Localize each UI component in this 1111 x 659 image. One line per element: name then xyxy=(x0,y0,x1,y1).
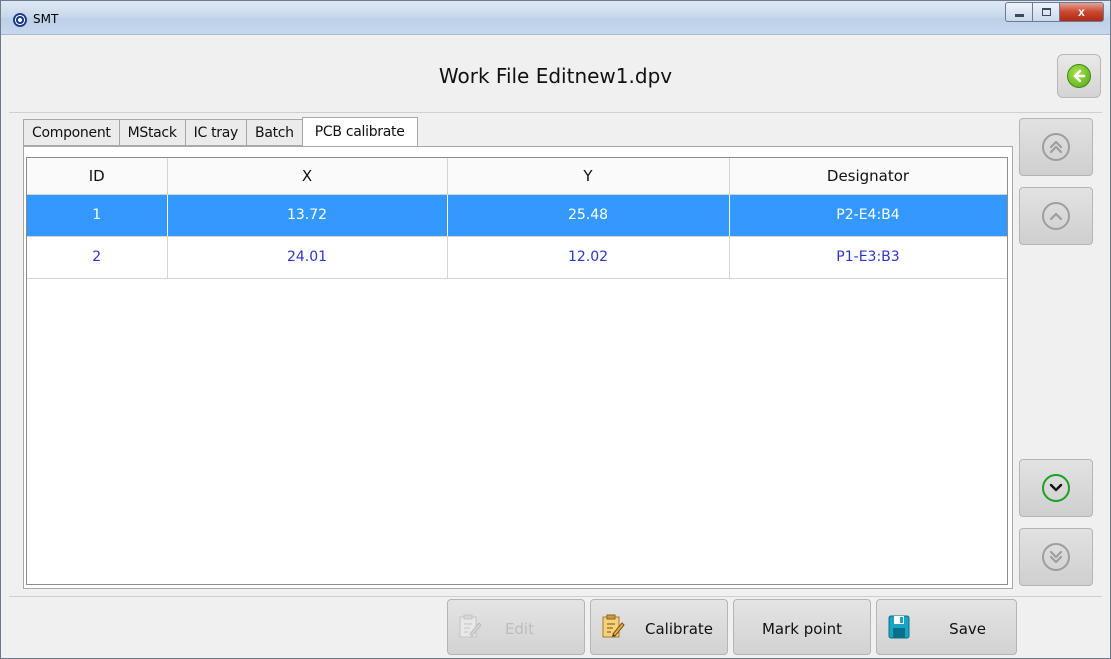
calibrate-button[interactable]: Calibrate xyxy=(590,599,728,655)
app-title: SMT xyxy=(33,12,59,26)
mark-point-label: Mark point xyxy=(761,620,842,638)
cell-y[interactable]: 25.48 xyxy=(447,194,730,237)
tab-ic-tray[interactable]: IC tray xyxy=(184,119,247,146)
page-down-button[interactable] xyxy=(1019,528,1093,586)
pcb-calibrate-panel: ID X Y Designator 1 13.72 25.48 P2-E4:B4… xyxy=(23,146,1013,589)
column-header-y[interactable]: Y xyxy=(447,158,730,195)
page-title: Work File Editnew1.dpv xyxy=(438,64,673,88)
tab-component[interactable]: Component xyxy=(23,119,119,146)
cell-id[interactable]: 1 xyxy=(27,194,168,237)
cell-x[interactable]: 24.01 xyxy=(167,236,448,279)
table-header-row: ID X Y Designator xyxy=(27,158,1007,195)
minimize-button[interactable] xyxy=(1005,2,1032,22)
column-header-x[interactable]: X xyxy=(167,158,448,195)
column-header-id[interactable]: ID xyxy=(27,158,168,195)
cell-x[interactable]: 13.72 xyxy=(167,194,448,237)
app-logo-icon xyxy=(13,13,27,27)
chevron-down-icon xyxy=(1042,474,1070,502)
cell-designator[interactable]: P1-E3:B3 xyxy=(729,236,1007,279)
tab-batch[interactable]: Batch xyxy=(246,119,303,146)
back-arrow-icon xyxy=(1067,64,1091,88)
edit-document-icon xyxy=(459,614,482,638)
cell-id[interactable]: 2 xyxy=(27,236,168,279)
mark-point-button[interactable]: Mark point xyxy=(733,599,871,655)
title-bar[interactable]: SMT x xyxy=(1,1,1110,35)
row-up-button[interactable] xyxy=(1019,187,1093,245)
double-chevron-up-icon xyxy=(1042,133,1070,161)
row-down-button[interactable] xyxy=(1019,459,1093,517)
tab-bar: Component MStack IC tray Batch PCB calib… xyxy=(23,117,418,147)
calibration-table: ID X Y Designator 1 13.72 25.48 P2-E4:B4… xyxy=(26,157,1008,585)
header: Work File Editnew1.dpv xyxy=(9,43,1102,113)
tab-mstack[interactable]: MStack xyxy=(118,119,185,146)
close-icon: x xyxy=(1078,5,1085,19)
page-up-button[interactable] xyxy=(1019,118,1093,176)
window-controls: x xyxy=(1005,2,1104,22)
edit-label: Edit xyxy=(504,620,534,638)
save-button[interactable]: Save xyxy=(876,599,1017,655)
smt-window: SMT x Work File Editnew1.dpv Component M… xyxy=(0,0,1111,659)
footer-divider xyxy=(9,596,1102,597)
calibrate-document-icon xyxy=(602,614,625,638)
cell-y[interactable]: 12.02 xyxy=(447,236,730,279)
edit-button[interactable]: Edit xyxy=(447,599,585,655)
column-header-designator[interactable]: Designator xyxy=(729,158,1007,195)
back-button[interactable] xyxy=(1057,54,1101,98)
table-row[interactable]: 2 24.01 12.02 P1-E3:B3 xyxy=(27,236,1007,279)
calibrate-label: Calibrate xyxy=(645,620,713,638)
chevron-up-icon xyxy=(1042,202,1070,230)
maximize-icon xyxy=(1041,8,1051,16)
cell-designator[interactable]: P2-E4:B4 xyxy=(729,194,1007,237)
save-label: Save xyxy=(949,620,986,638)
maximize-button[interactable] xyxy=(1032,2,1059,22)
double-chevron-down-icon xyxy=(1042,543,1070,571)
close-button[interactable]: x xyxy=(1059,2,1104,22)
minimize-icon xyxy=(1014,13,1024,17)
table-row[interactable]: 1 13.72 25.48 P2-E4:B4 xyxy=(27,194,1007,237)
tab-pcb-calibrate[interactable]: PCB calibrate xyxy=(301,117,418,147)
floppy-disk-icon xyxy=(888,615,910,639)
